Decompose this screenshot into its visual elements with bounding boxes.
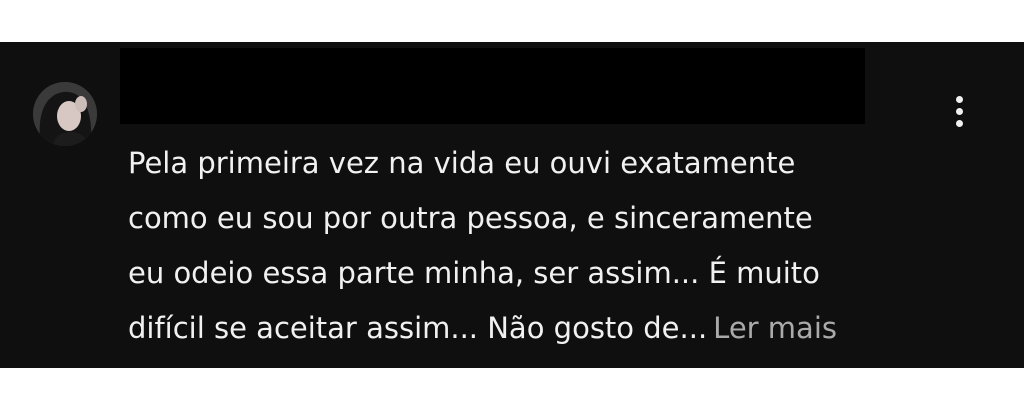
comment-card: Pela primeira vez na vida eu ouvi exatam… bbox=[0, 42, 1024, 368]
comment-text-line: eu odeio essa parte minha, ser assim... … bbox=[128, 256, 820, 290]
more-options-button[interactable] bbox=[944, 92, 976, 132]
redacted-author-name bbox=[120, 48, 865, 124]
comment-text: Pela primeira vez na vida eu ouvi exatam… bbox=[128, 136, 968, 356]
comment-text-line-last: difícil se aceitar assim... Não gosto de… bbox=[128, 301, 968, 356]
avatar[interactable] bbox=[33, 82, 97, 146]
comment-text-line: Pela primeira vez na vida eu ouvi exatam… bbox=[128, 146, 796, 180]
read-more-link[interactable]: Ler mais bbox=[713, 311, 837, 345]
comment-text-line: como eu sou por outra pessoa, e sinceram… bbox=[128, 201, 813, 235]
avatar-image bbox=[33, 82, 97, 146]
comment-text-line: difícil se aceitar assim... Não gosto de… bbox=[128, 311, 708, 345]
